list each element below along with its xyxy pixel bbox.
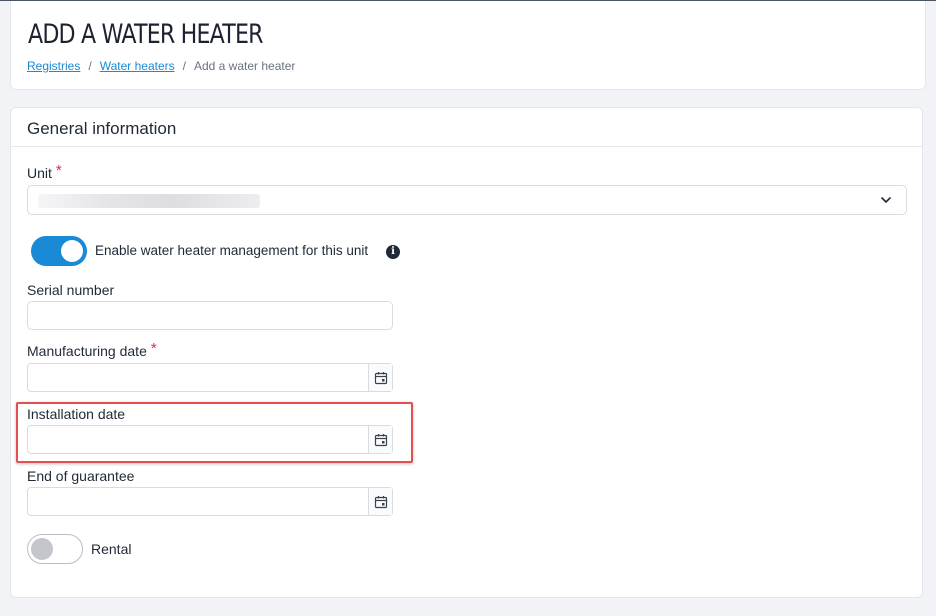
manufacturing-date-label: Manufacturing date *: [27, 340, 157, 360]
breadcrumb: Registries / Water heaters / Add a water…: [27, 59, 295, 73]
installation-date-input[interactable]: [27, 425, 393, 454]
serial-number-label: Serial number: [27, 282, 115, 298]
toggle-knob: [61, 240, 83, 262]
installation-date-label: Installation date: [27, 406, 126, 422]
unit-label: Unit *: [27, 162, 62, 182]
serial-number-input[interactable]: [27, 301, 393, 330]
rental-toggle[interactable]: [27, 534, 83, 564]
card-header: General information: [11, 108, 922, 147]
management-toggle-label: Enable water heater management for this …: [95, 243, 369, 258]
manufacturing-date-input[interactable]: [27, 363, 393, 392]
manufacturing-date-picker-button[interactable]: [368, 364, 392, 391]
unit-select[interactable]: [27, 185, 907, 215]
required-mark: *: [150, 340, 157, 357]
unit-select-value-redacted: [38, 194, 260, 208]
breadcrumb-link-water-heaters[interactable]: Water heaters: [100, 59, 175, 73]
breadcrumb-link-registries[interactable]: Registries: [27, 59, 80, 73]
calendar-icon: [374, 371, 387, 384]
page-header: ADD A WATER HEATER Registries / Water he…: [10, 1, 926, 90]
water-heater-management-toggle[interactable]: [31, 236, 87, 266]
unit-label-text: Unit: [27, 165, 52, 181]
breadcrumb-separator: /: [88, 59, 92, 73]
end-of-guarantee-picker-button[interactable]: [368, 488, 392, 515]
breadcrumb-current: Add a water heater: [193, 59, 296, 73]
end-of-guarantee-input[interactable]: [27, 487, 393, 516]
required-mark: *: [55, 162, 62, 179]
breadcrumb-separator: /: [182, 59, 186, 73]
installation-date-picker-button[interactable]: [368, 426, 392, 453]
info-icon[interactable]: i: [386, 245, 400, 259]
calendar-icon: [374, 433, 387, 446]
section-title: General information: [27, 119, 177, 138]
chevron-down-icon: [881, 197, 891, 203]
end-of-guarantee-label: End of guarantee: [27, 468, 135, 484]
rental-toggle-label: Rental: [91, 541, 132, 557]
calendar-icon: [374, 495, 387, 508]
page-title: ADD A WATER HEATER: [28, 19, 264, 50]
general-information-card: General information Unit * Enable water h…: [10, 107, 923, 598]
toggle-knob: [31, 538, 53, 560]
manufacturing-date-label-text: Manufacturing date: [27, 343, 147, 359]
